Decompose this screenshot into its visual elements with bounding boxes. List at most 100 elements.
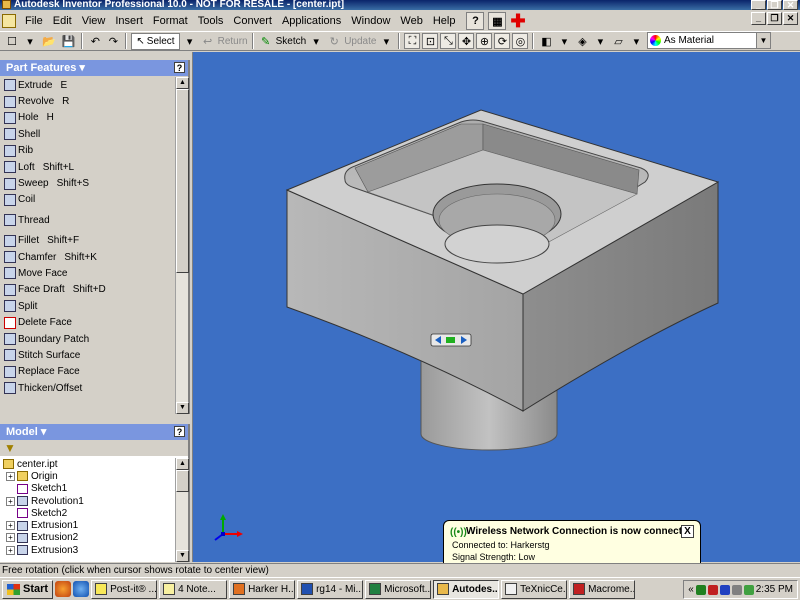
minimize-button[interactable]: _ [751, 0, 766, 10]
redo-icon[interactable]: ↷ [105, 33, 121, 49]
menu-convert[interactable]: Convert [228, 12, 277, 30]
restore-button[interactable]: ❐ [767, 0, 782, 10]
task-microsoft[interactable]: Microsoft... [365, 579, 432, 599]
material-select[interactable]: As Material ▼ [647, 32, 771, 49]
sketch-icon[interactable]: ✎ [258, 33, 274, 49]
shield-tray-icon[interactable] [707, 584, 718, 595]
network-tray-icon[interactable] [695, 584, 706, 595]
model-header[interactable]: Model ▾ ? [0, 424, 188, 440]
model-dropdown-icon[interactable]: ▾ [41, 426, 47, 438]
scroll-thumb[interactable] [176, 470, 189, 492]
pan-icon[interactable]: ✥ [458, 33, 475, 49]
rotate-icon[interactable]: ⟳ [494, 33, 511, 49]
task-macromedia[interactable]: Macrome... [569, 579, 636, 599]
doc-minimize-button[interactable]: _ [751, 12, 766, 25]
feature-sweep[interactable]: Sweep Shift+S [0, 175, 176, 191]
feature-stitch-surface[interactable]: Stitch Surface [0, 347, 176, 363]
part-features-header[interactable]: Part Features ▾ ? [0, 60, 188, 76]
document-icon[interactable] [2, 14, 16, 28]
return-label[interactable]: Return [218, 36, 248, 47]
display-mode-dropdown-icon[interactable]: ▾ [556, 33, 572, 49]
tree-extrusion3[interactable]: + Extrusion3 [0, 544, 176, 556]
doc-close-button[interactable]: ✕ [783, 12, 798, 25]
feature-split[interactable]: Split [0, 298, 176, 314]
calculator-icon[interactable]: ▦ [488, 12, 507, 30]
display-mode-icon[interactable]: ◧ [538, 33, 554, 49]
feature-move-face[interactable]: Move Face [0, 265, 176, 281]
feature-thicken-offset[interactable]: Thicken/Offset [0, 380, 176, 396]
zoom-icon[interactable]: ⤡ [440, 33, 457, 49]
tree-origin[interactable]: + Origin [0, 470, 176, 482]
feature-replace-face[interactable]: Replace Face [0, 364, 176, 380]
menu-edit[interactable]: Edit [48, 12, 77, 30]
sketch-dropdown-icon[interactable]: ▾ [308, 33, 324, 49]
save-icon[interactable]: 💾 [60, 33, 78, 49]
shadow-dropdown-icon[interactable]: ▾ [628, 33, 644, 49]
scroll-thumb[interactable] [176, 89, 189, 273]
volume-tray-icon[interactable] [731, 584, 742, 595]
panel-dropdown-icon[interactable]: ▾ [79, 62, 85, 74]
expand-icon[interactable]: + [6, 533, 15, 543]
feature-chamfer[interactable]: Chamfer Shift+K [0, 249, 176, 265]
tree-sketch1[interactable]: Sketch1 [0, 483, 176, 495]
open-folder-icon[interactable]: 📂 [40, 33, 58, 49]
scroll-up-icon[interactable]: ▲ [176, 458, 189, 470]
zoom-all-icon[interactable]: ⛶ [404, 33, 421, 49]
zoom-window-icon[interactable]: ⊡ [422, 33, 439, 49]
feature-hole[interactable]: Hole H [0, 110, 176, 126]
task-autodesk[interactable]: Autodes... [433, 579, 500, 599]
expand-icon[interactable]: + [6, 545, 15, 555]
shadow-icon[interactable]: ▱ [610, 33, 626, 49]
model-help-icon[interactable]: ? [174, 426, 185, 437]
feature-boundary-patch[interactable]: Boundary Patch [0, 331, 176, 347]
clock[interactable]: 2:35 PM [756, 584, 793, 595]
material-dropdown-icon[interactable]: ▼ [756, 33, 770, 48]
feature-fillet[interactable]: Fillet Shift+F [0, 233, 176, 249]
notification-close-button[interactable]: X [681, 525, 694, 538]
menu-insert[interactable]: Insert [110, 12, 148, 30]
expand-icon[interactable]: + [6, 496, 15, 506]
task-post-it[interactable]: Post-it® ... [91, 579, 158, 599]
menu-window[interactable]: Window [346, 12, 395, 30]
antivirus-tray-icon[interactable] [719, 584, 730, 595]
firefox-quicklaunch-icon[interactable] [55, 581, 72, 597]
scroll-up-icon[interactable]: ▲ [176, 77, 189, 89]
panel-help-icon[interactable]: ? [174, 62, 185, 73]
menu-tools[interactable]: Tools [193, 12, 229, 30]
return-icon[interactable]: ↩ [200, 33, 216, 49]
feature-coil[interactable]: Coil [0, 192, 176, 208]
tree-sketch2[interactable]: Sketch2 [0, 507, 176, 519]
feature-thread[interactable]: Thread [0, 212, 176, 228]
help-question-icon[interactable]: ? [466, 12, 485, 30]
menu-web[interactable]: Web [395, 12, 427, 30]
power-tray-icon[interactable] [743, 584, 754, 595]
task-harker[interactable]: Harker H... [229, 579, 296, 599]
update-label[interactable]: Update [344, 36, 376, 47]
feature-face-draft[interactable]: Face Draft Shift+D [0, 282, 176, 298]
feature-delete-face[interactable]: Delete Face [0, 314, 176, 330]
feature-shell[interactable]: Shell [0, 126, 176, 142]
new-dropdown-icon[interactable]: ▾ [22, 33, 38, 49]
feature-rib[interactable]: Rib [0, 143, 176, 159]
part-features-scrollbar[interactable]: ▲ ▼ [175, 77, 189, 414]
feature-extrude[interactable]: Extrude E [0, 77, 176, 93]
look-at-icon[interactable]: ◎ [512, 33, 529, 49]
start-button[interactable]: Start [2, 579, 54, 599]
filter-icon[interactable]: ▼ [4, 441, 16, 455]
close-button[interactable]: ✕ [783, 0, 798, 10]
graphics-viewport[interactable] [192, 52, 800, 562]
tree-revolution1[interactable]: + Revolution1 [0, 495, 176, 507]
expand-icon[interactable]: + [6, 521, 15, 531]
new-file-icon[interactable]: ☐ [4, 33, 20, 49]
scroll-down-icon[interactable]: ▼ [176, 550, 189, 562]
task-note[interactable]: 4 Note... [159, 579, 228, 599]
doc-restore-button[interactable]: ❐ [767, 12, 782, 25]
select-dropdown-icon[interactable]: ▾ [182, 33, 198, 49]
tray-expand-icon[interactable]: « [688, 584, 694, 595]
tree-root[interactable]: center.ipt [0, 458, 176, 470]
expand-icon[interactable]: + [6, 471, 15, 481]
menu-format[interactable]: Format [148, 12, 193, 30]
red-plus-icon[interactable]: ✚ [510, 12, 525, 30]
camera-view-icon[interactable]: ◈ [574, 33, 590, 49]
tree-extrusion2[interactable]: + Extrusion2 [0, 532, 176, 544]
